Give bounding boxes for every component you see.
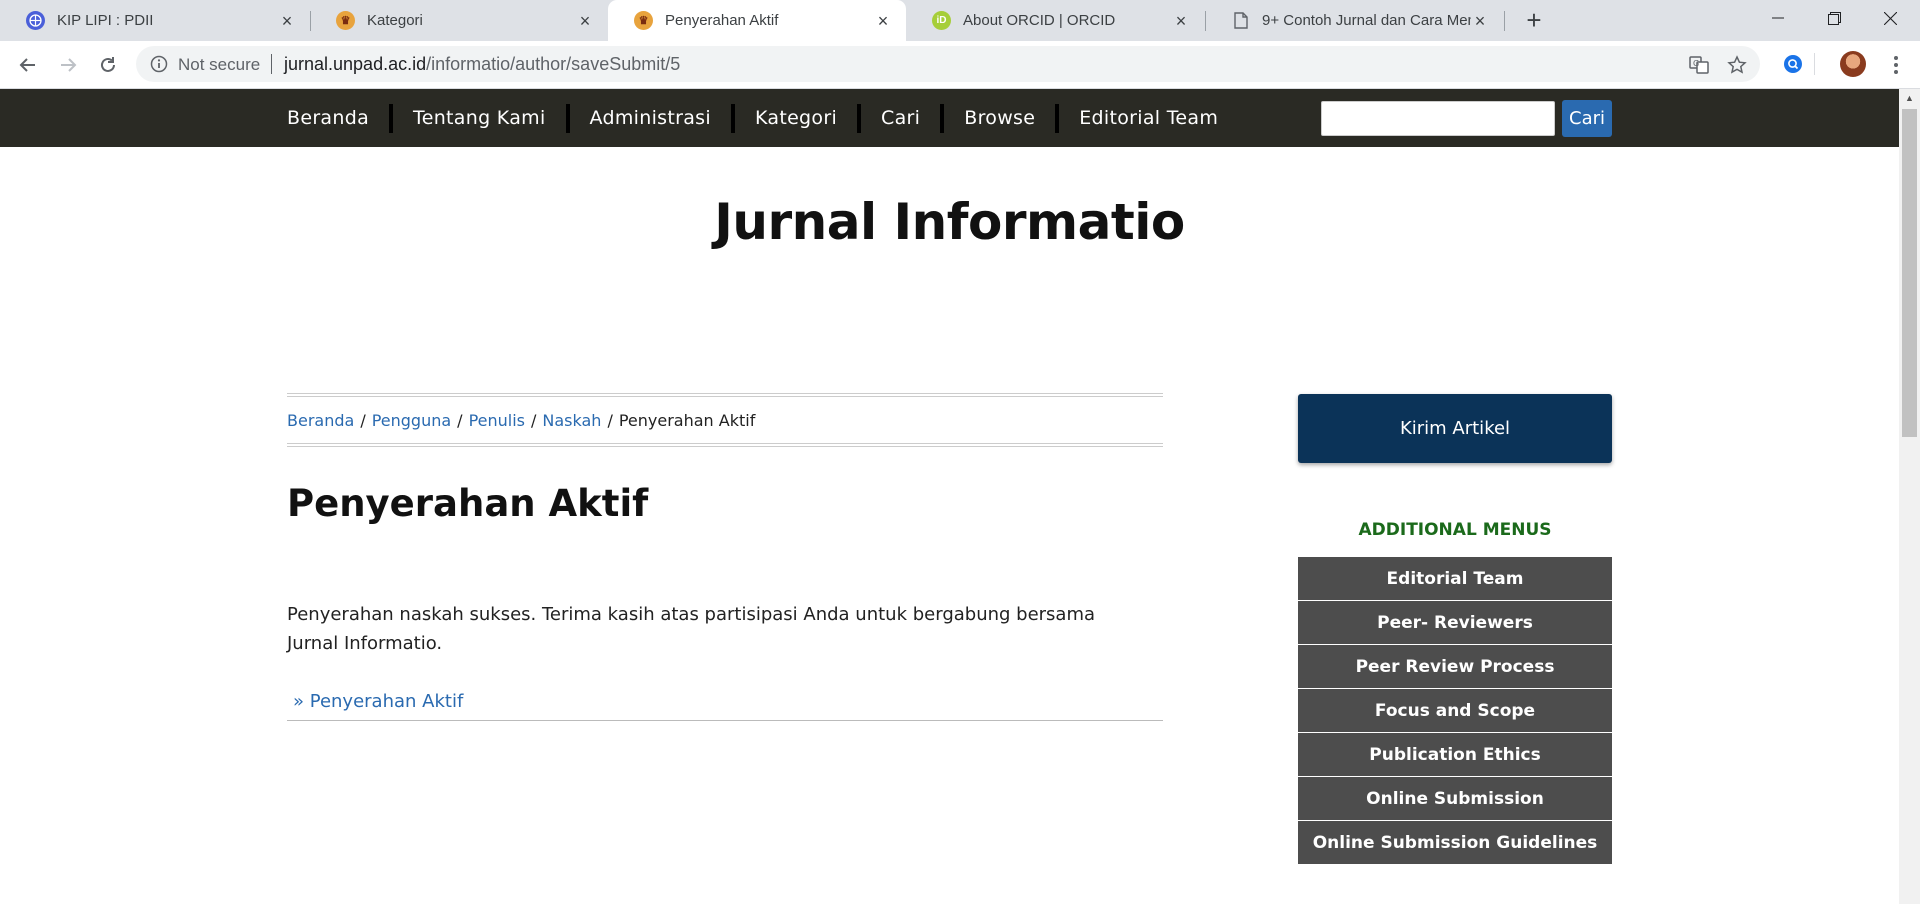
tab-penyerahan-aktif[interactable]: ♛ Penyerahan Aktif × — [608, 0, 906, 41]
menu-item-publication-ethics[interactable]: Publication Ethics — [1298, 733, 1612, 776]
close-icon[interactable]: × — [1471, 12, 1489, 30]
breadcrumb-link-naskah[interactable]: Naskah — [542, 411, 601, 430]
minimize-icon[interactable] — [1750, 0, 1806, 36]
document-icon — [1231, 11, 1250, 30]
additional-menus-list: Editorial Team Peer- Reviewers Peer Revi… — [1298, 557, 1612, 865]
profile-avatar[interactable] — [1840, 51, 1866, 77]
site-search-input[interactable] — [1321, 101, 1555, 136]
additional-menus-heading: ADDITIONAL MENUS — [1358, 520, 1552, 540]
browser-tab-strip: KIP LIPI : PDII × ♛ Kategori × ♛ Penyera… — [0, 0, 1920, 41]
svg-text:G: G — [1693, 59, 1699, 68]
breadcrumb-link-penulis[interactable]: Penulis — [469, 411, 525, 430]
submit-article-button[interactable]: Kirim Artikel — [1298, 394, 1612, 463]
address-bar[interactable]: Not secure jurnal.unpad.ac.id/informatio… — [136, 46, 1760, 82]
nav-item-tentang-kami[interactable]: Tentang Kami — [389, 103, 566, 133]
menu-item-peer-reviewers[interactable]: Peer- Reviewers — [1298, 601, 1612, 644]
breadcrumb-current: Penyerahan Aktif — [618, 410, 756, 430]
tab-title: 9+ Contoh Jurnal dan Cara Membuat — [1262, 12, 1471, 29]
site-title: Jurnal Informatio — [714, 193, 1185, 251]
page-viewport: Beranda Tentang Kami Administrasi Katego… — [0, 89, 1920, 904]
site-navbar: Beranda Tentang Kami Administrasi Katego… — [0, 89, 1899, 147]
forward-arrow-icon[interactable] — [52, 49, 84, 81]
site-search-button[interactable]: Cari — [1562, 100, 1612, 137]
nav-item-kategori[interactable]: Kategori — [730, 103, 857, 133]
security-label: Not secure — [178, 55, 261, 74]
browser-toolbar: Not secure jurnal.unpad.ac.id/informatio… — [0, 41, 1920, 89]
orcid-icon: iD — [932, 11, 951, 30]
restore-icon[interactable] — [1806, 0, 1862, 36]
nav-item-administrasi[interactable]: Administrasi — [565, 103, 731, 133]
active-submissions-link[interactable]: » Penyerahan Aktif — [287, 685, 1163, 721]
url-host: jurnal.unpad.ac.id — [284, 54, 427, 74]
extension-icon[interactable] — [1782, 53, 1804, 75]
scrollbar-thumb[interactable] — [1902, 109, 1917, 437]
tab-title: About ORCID | ORCID — [963, 12, 1116, 29]
close-icon[interactable]: × — [278, 12, 296, 30]
info-icon[interactable] — [150, 55, 168, 73]
back-arrow-icon[interactable] — [12, 49, 44, 81]
new-tab-plus-icon[interactable]: + — [1518, 4, 1550, 36]
close-window-icon[interactable] — [1862, 0, 1918, 36]
tab-title: Kategori — [367, 12, 423, 29]
scroll-up-arrow-icon[interactable]: ▲ — [1899, 89, 1920, 106]
page-title: Penyerahan Aktif — [287, 482, 649, 525]
nav-item-beranda[interactable]: Beranda — [287, 104, 389, 133]
globe-icon — [26, 11, 45, 30]
site-nav-menu: Beranda Tentang Kami Administrasi Katego… — [287, 89, 1238, 147]
nav-item-editorial-team[interactable]: Editorial Team — [1055, 103, 1238, 133]
menu-item-peer-review-process[interactable]: Peer Review Process — [1298, 645, 1612, 688]
tab-kategori[interactable]: ♛ Kategori × — [310, 0, 608, 41]
nav-item-browse[interactable]: Browse — [940, 103, 1055, 133]
bookmark-star-icon[interactable] — [1726, 54, 1748, 76]
tab-divider — [1504, 11, 1505, 31]
menu-item-editorial-team[interactable]: Editorial Team — [1298, 557, 1612, 600]
toolbar-divider — [1814, 53, 1815, 75]
success-message: Penyerahan naskah sukses. Terima kasih a… — [287, 604, 1096, 654]
close-icon[interactable]: × — [874, 12, 892, 30]
nav-item-cari[interactable]: Cari — [857, 103, 940, 133]
breadcrumb-separator: / — [531, 410, 537, 430]
unpad-logo-icon: ♛ — [336, 11, 355, 30]
menu-item-online-submission-guidelines[interactable]: Online Submission Guidelines — [1298, 821, 1612, 864]
menu-item-focus-and-scope[interactable]: Focus and Scope — [1298, 689, 1612, 732]
close-icon[interactable]: × — [1172, 12, 1190, 30]
menu-item-online-submission[interactable]: Online Submission — [1298, 777, 1612, 820]
tab-title: Penyerahan Aktif — [665, 12, 779, 29]
breadcrumb-separator: / — [360, 410, 366, 430]
breadcrumb: Beranda / Pengguna / Penulis / Naskah / … — [287, 393, 1163, 447]
breadcrumb-separator: / — [457, 410, 463, 430]
omnibox-divider — [271, 54, 272, 74]
url-text: jurnal.unpad.ac.id/informatio/author/sav… — [284, 54, 680, 75]
translate-icon[interactable]: G — [1688, 54, 1710, 76]
close-icon[interactable]: × — [576, 12, 594, 30]
more-menu-icon[interactable] — [1884, 53, 1908, 77]
tab-kip-lipi[interactable]: KIP LIPI : PDII × — [0, 0, 310, 41]
breadcrumb-link-pengguna[interactable]: Pengguna — [372, 411, 451, 430]
tab-orcid[interactable]: iD About ORCID | ORCID × — [906, 0, 1204, 41]
reload-icon[interactable] — [92, 49, 124, 81]
unpad-logo-icon: ♛ — [634, 11, 653, 30]
url-path: /informatio/author/saveSubmit/5 — [426, 54, 681, 74]
page-scrollbar[interactable]: ▲ — [1899, 89, 1920, 904]
breadcrumb-separator: / — [607, 410, 613, 430]
tab-contoh-jurnal[interactable]: 9+ Contoh Jurnal dan Cara Membuat × — [1205, 0, 1503, 41]
tab-title: KIP LIPI : PDII — [57, 12, 154, 29]
breadcrumb-link-beranda[interactable]: Beranda — [287, 411, 354, 430]
